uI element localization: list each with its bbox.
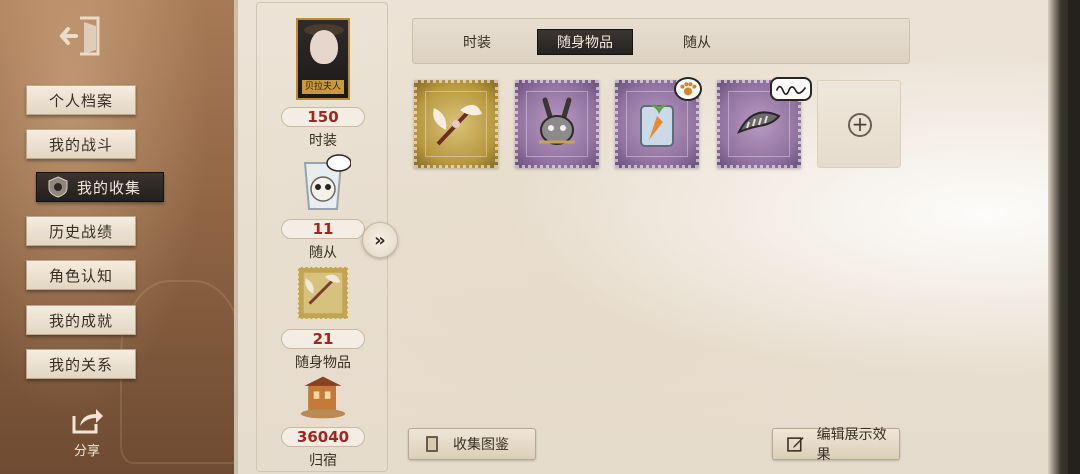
sidebar-item-label: 个人档案 — [48, 91, 113, 110]
item-card[interactable] — [615, 77, 702, 168]
winged-staff-icon — [414, 80, 498, 168]
tab-label: 时装 — [463, 35, 491, 51]
carrot-jar-icon — [615, 77, 702, 168]
stat-accessories[interactable]: 21 随身物品 — [257, 263, 389, 372]
stat-homes[interactable]: 36040 归宿 — [257, 373, 389, 470]
tab-pets[interactable]: 随从 — [649, 29, 745, 55]
share-label: 分享 — [73, 444, 100, 459]
add-item-slot[interactable]: + — [817, 80, 901, 168]
shield-badge-icon — [48, 176, 68, 198]
catalog-label: 收集图鉴 — [453, 437, 509, 453]
item-card[interactable] — [717, 77, 812, 168]
stat-count: 150 — [281, 107, 365, 127]
stat-count: 21 — [281, 329, 365, 349]
share-button[interactable]: 分享 — [62, 406, 112, 459]
sidebar-item-history[interactable]: 历史战绩 — [26, 216, 136, 246]
sidebar-item-label: 角色认知 — [48, 266, 113, 285]
portrait-name-tag: 贝拉夫人 — [302, 80, 344, 94]
sidebar-item-profile[interactable]: 个人档案 — [26, 85, 136, 115]
accessory-stamp-icon — [295, 263, 351, 323]
paw-icon — [674, 77, 702, 101]
sidebar-item-collection[interactable]: 我的收集 — [36, 172, 164, 202]
share-icon — [72, 409, 103, 434]
sidebar-item-label: 历史战绩 — [48, 222, 113, 241]
item-card[interactable] — [515, 80, 599, 168]
tab-costumes[interactable]: 时装 — [429, 29, 525, 55]
stat-count: 11 — [281, 219, 365, 239]
fish-fossil-icon — [717, 77, 812, 168]
collection-catalog-button[interactable]: 收集图鉴 — [408, 428, 536, 460]
pet-jar-icon — [295, 153, 351, 213]
costume-portrait: 贝拉夫人 — [295, 17, 351, 101]
double-chevron-right-icon: » — [374, 229, 386, 251]
edit-label: 编辑展示效果 — [816, 427, 887, 463]
tab-label: 随从 — [683, 35, 711, 51]
sidebar-item-relations[interactable]: 我的关系 — [26, 349, 136, 379]
sidebar-item-label: 我的收集 — [77, 178, 142, 197]
rabbit-mask-icon — [515, 80, 599, 168]
collection-tabs: 时装 随身物品 随从 — [412, 18, 910, 64]
stat-label: 归宿 — [309, 453, 337, 469]
stat-label: 随身物品 — [295, 355, 351, 371]
edit-display-button[interactable]: 编辑展示效果 — [772, 427, 900, 463]
stat-label: 时装 — [309, 133, 337, 149]
sidebar-item-character[interactable]: 角色认知 — [26, 260, 136, 290]
plus-icon: + — [848, 113, 872, 137]
signature-icon — [770, 77, 812, 101]
item-card[interactable] — [414, 80, 498, 168]
expand-button[interactable]: » — [362, 222, 398, 258]
panel-right-edge — [1048, 0, 1080, 474]
sidebar: 个人档案 我的战斗 我的收集 历史战绩 角色认知 我的成就 我的关系 分享 — [0, 0, 234, 474]
exit-button[interactable] — [58, 14, 104, 58]
exit-door-icon — [59, 16, 100, 56]
book-icon — [426, 436, 438, 452]
tab-accessories[interactable]: 随身物品 — [537, 29, 633, 55]
sidebar-item-label: 我的战斗 — [48, 135, 113, 154]
sidebar-item-label: 我的成就 — [48, 311, 113, 330]
sidebar-item-battles[interactable]: 我的战斗 — [26, 129, 136, 159]
home-building-icon — [295, 373, 351, 421]
stat-costumes[interactable]: 贝拉夫人 150 时装 — [257, 17, 389, 150]
stat-count: 36040 — [281, 427, 365, 447]
sidebar-item-label: 我的关系 — [48, 355, 113, 374]
sidebar-item-achievements[interactable]: 我的成就 — [26, 305, 136, 335]
edit-icon — [787, 437, 804, 452]
tab-label: 随身物品 — [557, 35, 613, 51]
